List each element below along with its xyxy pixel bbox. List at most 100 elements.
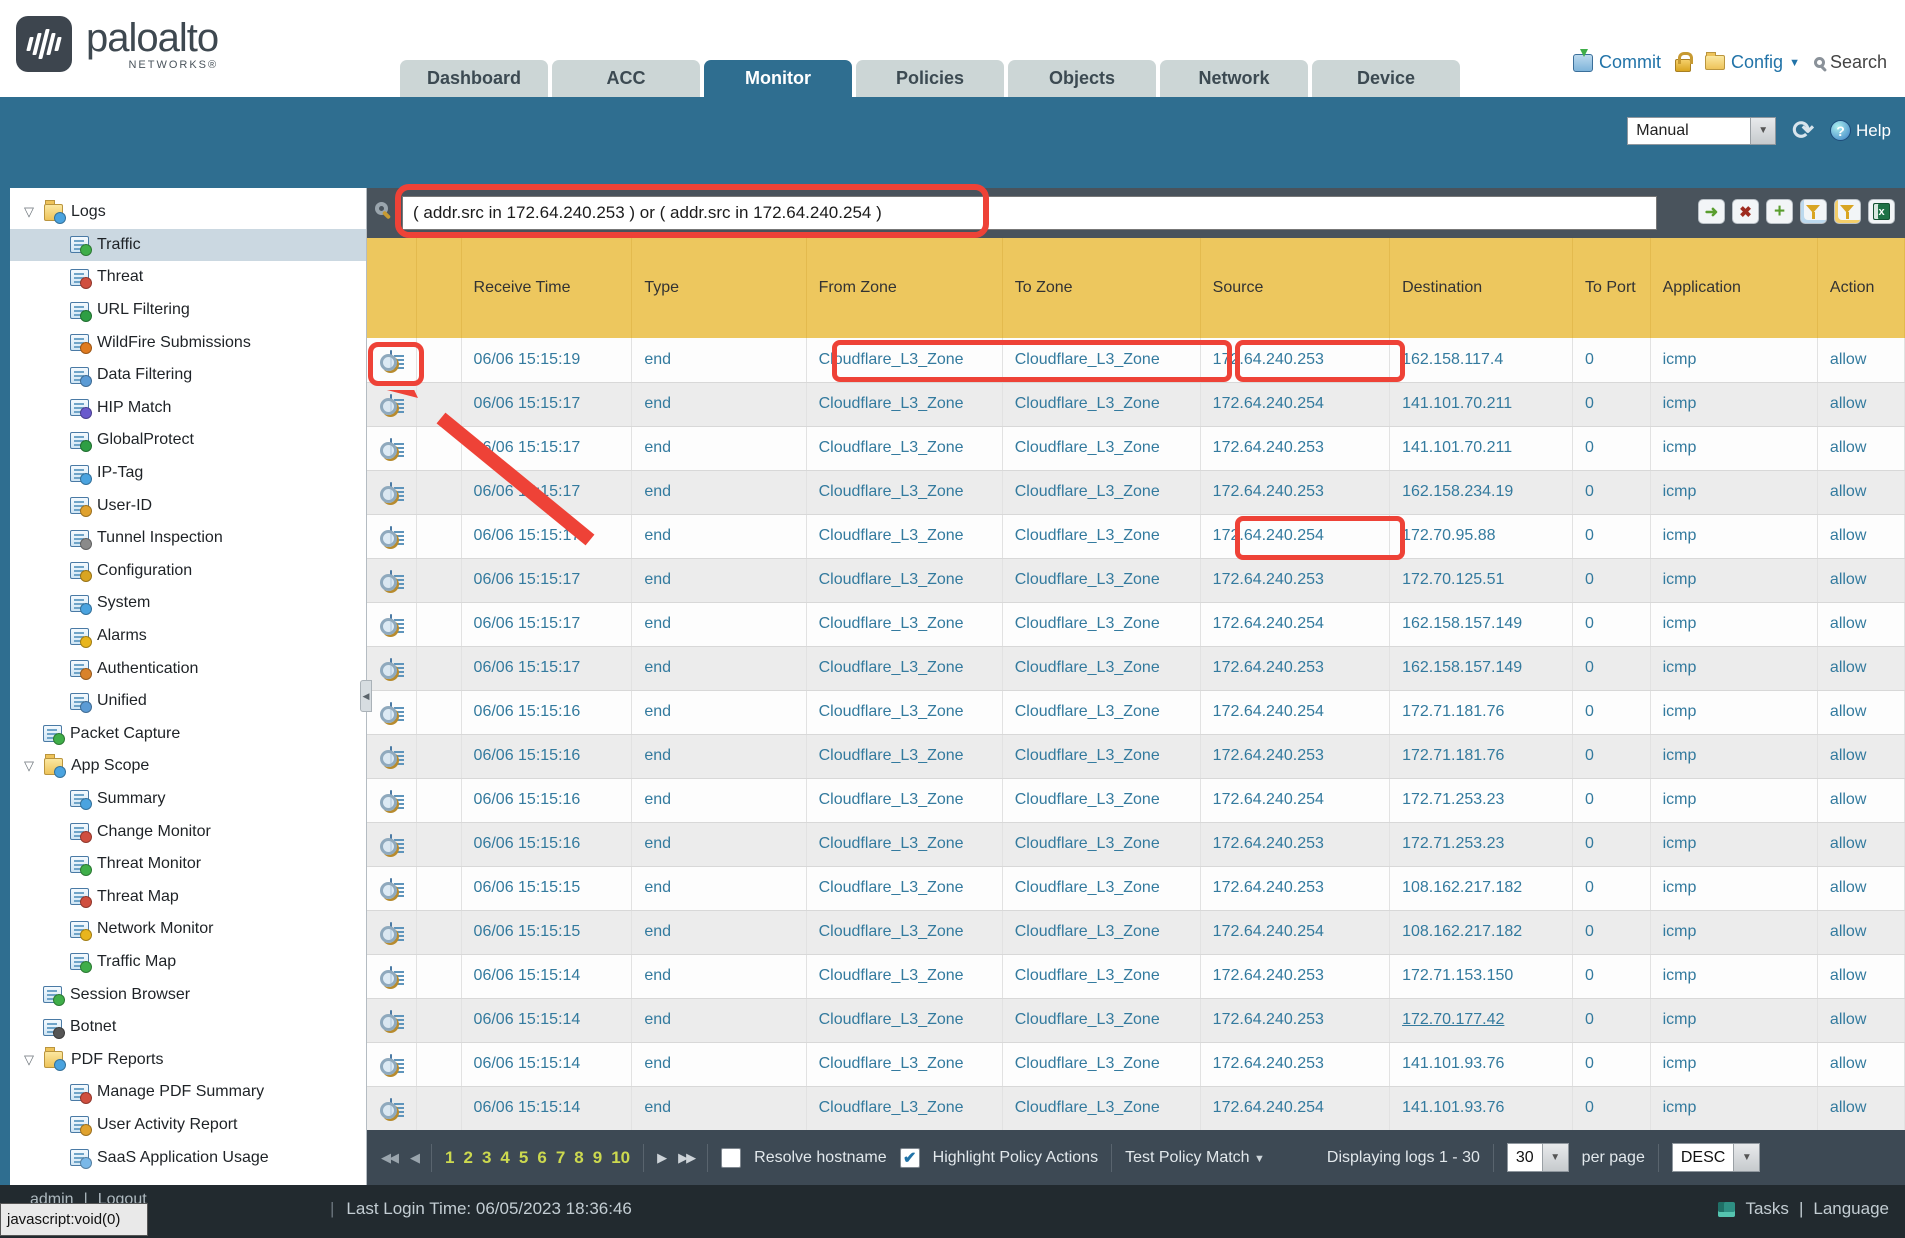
cell-value[interactable]: 141.101.70.211	[1402, 395, 1512, 412]
sidebar-item-traffic-map[interactable]: Traffic Map	[10, 946, 366, 979]
language-link[interactable]: Language	[1813, 1199, 1889, 1219]
column-header-destination[interactable]: Destination	[1390, 238, 1573, 338]
log-detail-icon[interactable]	[390, 614, 392, 633]
column-header-spacer[interactable]	[416, 238, 461, 338]
per-page-select[interactable]: 30 ▼	[1507, 1143, 1569, 1172]
log-detail-icon[interactable]	[390, 1054, 392, 1073]
resolve-hostname-checkbox[interactable]	[721, 1148, 741, 1168]
column-header-receive-time[interactable]: Receive Time	[461, 238, 632, 338]
commit-button[interactable]: Commit	[1573, 52, 1661, 73]
log-detail-icon[interactable]	[390, 878, 392, 897]
sidebar-item-manage-pdf-summary[interactable]: Manage PDF Summary	[10, 1076, 366, 1109]
highlight-policy-actions-checkbox[interactable]: ✔	[900, 1148, 920, 1168]
log-detail-icon[interactable]	[390, 350, 392, 369]
cell-value[interactable]: 172.64.240.254	[1213, 527, 1324, 544]
sidebar-item-system[interactable]: System	[10, 587, 366, 620]
column-header-type[interactable]: Type	[632, 238, 806, 338]
expander-triangle-icon[interactable]: ▽	[22, 758, 36, 774]
column-header-to-port[interactable]: To Port	[1573, 238, 1651, 338]
log-detail-icon[interactable]	[390, 394, 392, 413]
cell-value[interactable]: 162.158.234.19	[1402, 483, 1513, 500]
cell-value[interactable]: 162.158.117.4	[1402, 351, 1503, 368]
cell-value[interactable]: 172.70.95.88	[1402, 527, 1495, 544]
sidebar-item-unified[interactable]: Unified	[10, 685, 366, 718]
sidebar-item-pdf-reports[interactable]: ▽PDF Reports	[10, 1043, 366, 1076]
page-number-2[interactable]: 2	[463, 1148, 472, 1168]
sidebar-item-packet-capture[interactable]: Packet Capture	[10, 718, 366, 751]
cell-value[interactable]: 141.101.93.76	[1402, 1099, 1504, 1116]
clear-filter-button[interactable]: ✖	[1732, 199, 1759, 224]
column-header-to-zone[interactable]: To Zone	[1002, 238, 1200, 338]
cell-value[interactable]: 141.101.93.76	[1402, 1055, 1504, 1072]
tab-network[interactable]: Network	[1160, 60, 1308, 97]
sidebar-item-ip-tag[interactable]: IP-Tag	[10, 457, 366, 490]
page-number-1[interactable]: 1	[445, 1148, 454, 1168]
cell-value[interactable]: 108.162.217.182	[1402, 879, 1522, 896]
log-detail-icon[interactable]	[390, 482, 392, 501]
cell-value[interactable]: 172.71.153.150	[1402, 967, 1513, 984]
cell-value[interactable]: 172.64.240.254	[1213, 703, 1324, 720]
cell-value[interactable]: 172.64.240.254	[1213, 791, 1324, 808]
saved-filters-button[interactable]	[1834, 199, 1861, 224]
sidebar-item-data-filtering[interactable]: Data Filtering	[10, 359, 366, 392]
filter-builder-button[interactable]	[1800, 199, 1827, 224]
sidebar-item-user-id[interactable]: User-ID	[10, 489, 366, 522]
last-page-icon[interactable]: ▶▶	[678, 1150, 694, 1166]
sidebar-item-network-monitor[interactable]: Network Monitor	[10, 913, 366, 946]
chevron-down-icon[interactable]: ▼	[1750, 118, 1775, 144]
help-button[interactable]: ? Help	[1830, 120, 1891, 141]
sidebar-item-wildfire-submissions[interactable]: WildFire Submissions	[10, 326, 366, 359]
sidebar-item-saas-application-usage[interactable]: SaaS Application Usage	[10, 1141, 366, 1174]
log-detail-icon[interactable]	[390, 746, 392, 765]
page-number-9[interactable]: 9	[593, 1148, 602, 1168]
log-detail-icon[interactable]	[390, 702, 392, 721]
sidebar-item-app-scope[interactable]: ▽App Scope	[10, 750, 366, 783]
search-button[interactable]: Search	[1814, 52, 1887, 73]
column-header-source[interactable]: Source	[1200, 238, 1389, 338]
sort-order-select[interactable]: DESC ▼	[1672, 1143, 1760, 1172]
sidebar-item-url-filtering[interactable]: URL Filtering	[10, 294, 366, 327]
cell-value[interactable]: 172.64.240.253	[1213, 1055, 1324, 1072]
cell-value[interactable]: 172.64.240.253	[1213, 879, 1324, 896]
export-csv-button[interactable]: x	[1868, 199, 1895, 224]
cell-value[interactable]: 172.71.181.76	[1402, 747, 1504, 764]
tab-device[interactable]: Device	[1312, 60, 1460, 97]
cell-value[interactable]: 172.71.253.23	[1402, 835, 1504, 852]
log-detail-icon[interactable]	[390, 658, 392, 677]
column-header-action[interactable]: Action	[1817, 238, 1904, 338]
sidebar-item-hip-match[interactable]: HIP Match	[10, 392, 366, 425]
sidebar-item-botnet[interactable]: Botnet	[10, 1011, 366, 1044]
log-detail-icon[interactable]	[390, 526, 392, 545]
chevron-down-icon[interactable]: ▼	[1733, 1144, 1759, 1171]
sidebar-item-tunnel-inspection[interactable]: Tunnel Inspection	[10, 522, 366, 555]
log-detail-icon[interactable]	[390, 438, 392, 457]
tab-policies[interactable]: Policies	[856, 60, 1004, 97]
sidebar-item-alarms[interactable]: Alarms	[10, 620, 366, 653]
cell-value[interactable]: 172.64.240.254	[1213, 923, 1324, 940]
log-filter-input[interactable]	[402, 196, 1657, 230]
cell-value[interactable]: 162.158.157.149	[1402, 659, 1522, 676]
page-number-7[interactable]: 7	[556, 1148, 565, 1168]
refresh-icon[interactable]: ⟳	[1792, 115, 1814, 146]
prev-page-icon[interactable]: ◀	[410, 1150, 418, 1166]
sidebar-item-threat-map[interactable]: Threat Map	[10, 880, 366, 913]
config-button[interactable]: Config ▼	[1705, 52, 1800, 73]
cell-value[interactable]: 172.64.240.253	[1213, 571, 1324, 588]
sidebar-collapse-handle[interactable]: ◀	[360, 680, 372, 712]
cell-value[interactable]: 172.64.240.253	[1213, 439, 1324, 456]
cell-value[interactable]: 172.70.125.51	[1402, 571, 1504, 588]
apply-filter-button[interactable]: ➜	[1698, 199, 1725, 224]
lock-icon[interactable]	[1675, 59, 1691, 72]
sidebar-item-threat-monitor[interactable]: Threat Monitor	[10, 848, 366, 881]
tab-acc[interactable]: ACC	[552, 60, 700, 97]
page-number-8[interactable]: 8	[574, 1148, 583, 1168]
first-page-icon[interactable]: ◀◀	[381, 1150, 397, 1166]
sidebar-item-threat[interactable]: Threat	[10, 261, 366, 294]
sidebar-item-user-activity-report[interactable]: User Activity Report	[10, 1109, 366, 1142]
log-detail-icon[interactable]	[390, 1010, 392, 1029]
cell-value[interactable]: 108.162.217.182	[1402, 923, 1522, 940]
next-page-icon[interactable]: ▶	[657, 1150, 665, 1166]
tab-monitor[interactable]: Monitor	[704, 60, 852, 97]
expander-triangle-icon[interactable]: ▽	[22, 204, 36, 220]
sidebar-item-traffic[interactable]: Traffic	[10, 229, 366, 262]
